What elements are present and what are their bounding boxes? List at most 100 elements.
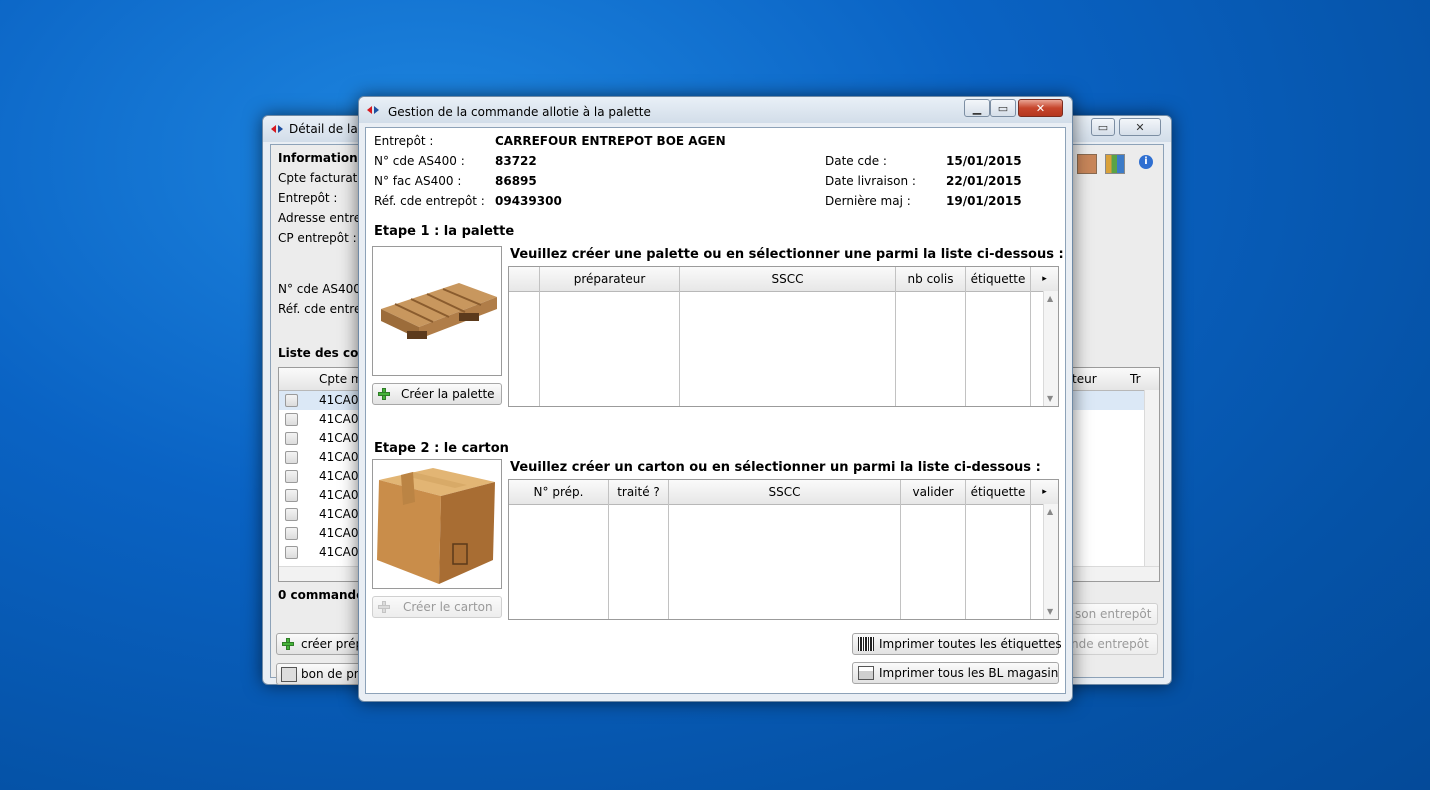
carton-col-line — [901, 504, 966, 619]
row-checkbox[interactable] — [285, 546, 298, 559]
printer-icon — [858, 666, 874, 680]
pallet-image — [372, 246, 502, 376]
maximize-button[interactable]: ▭ — [990, 99, 1016, 117]
row-cpte-value: 41CA0 — [319, 412, 359, 426]
step1-instruction: Veuillez créer une palette ou en sélecti… — [510, 247, 1064, 262]
carton-col-nprep[interactable]: N° prép. — [509, 480, 609, 504]
print-labels-button[interactable]: Imprimer toutes les étiquettes — [852, 633, 1062, 655]
orders-vscroll[interactable] — [1144, 390, 1159, 567]
palette-col-etiquette[interactable]: étiquette — [966, 267, 1031, 291]
date-livraison-label: Date livraison : — [825, 174, 916, 188]
front-window-title: Gestion de la commande allotie à la pale… — [388, 105, 651, 119]
palette-table: préparateur SSCC nb colis étiquette ▸ ▲ … — [508, 266, 1059, 407]
carton-col-valider[interactable]: valider — [901, 480, 966, 504]
close-button[interactable]: ✕ — [1018, 99, 1063, 117]
ncde-label: N° cde AS400 : — [374, 154, 465, 168]
entrepot-label: Entrepôt : — [278, 191, 338, 205]
front-window-content: Entrepôt : CARREFOUR ENTREPOT BOE AGEN N… — [365, 127, 1066, 694]
carton-image — [372, 459, 502, 589]
scroll-down-icon[interactable]: ▼ — [1047, 607, 1053, 616]
carton-col-more[interactable]: ▸ — [1031, 480, 1058, 504]
scroll-down-icon[interactable]: ▼ — [1047, 394, 1053, 403]
carton-table-scrollbar[interactable]: ▲ ▼ — [1043, 504, 1058, 619]
palette-col-more[interactable]: ▸ — [1031, 267, 1058, 291]
palette-col-line — [680, 291, 896, 406]
print-bl-button[interactable]: Imprimer tous les BL magasin — [852, 662, 1059, 684]
front-window: Gestion de la commande allotie à la pale… — [358, 96, 1073, 702]
ref-label: Réf. cde entrepôt : — [374, 194, 485, 208]
orders-col-right2[interactable]: Tr — [1130, 372, 1141, 386]
nfac-label: N° fac AS400 : — [374, 174, 462, 188]
row-cpte-value: 41CA0 — [319, 469, 359, 483]
palette-col-preparateur[interactable]: préparateur — [540, 267, 680, 291]
carrefour-logo-icon — [367, 106, 379, 114]
carton-col-line — [609, 504, 669, 619]
saison-entrepot-button[interactable]: son entrepôt — [1066, 603, 1158, 625]
row-checkbox[interactable] — [285, 451, 298, 464]
derniere-maj-value: 19/01/2015 — [946, 194, 1022, 208]
restore-button[interactable]: ▭ — [1091, 118, 1115, 136]
carrefour-logo-icon — [271, 125, 283, 133]
row-cpte-value: 41CA0 — [319, 450, 359, 464]
row-checkbox[interactable] — [285, 508, 298, 521]
step2-instruction: Veuillez créer un carton ou en sélection… — [510, 460, 1041, 475]
carton-col-line — [966, 504, 1031, 619]
ncde-value: 83722 — [495, 154, 537, 168]
palette-col-line — [896, 291, 966, 406]
carton-col-line — [669, 504, 901, 619]
carton-col-etiquette[interactable]: étiquette — [966, 480, 1031, 504]
plus-icon — [378, 601, 390, 613]
front-window-titlebar: Gestion de la commande allotie à la pale… — [359, 97, 1072, 123]
minimize-button[interactable]: ▁ — [964, 99, 990, 117]
commande-entrepot-button[interactable]: nde entrepôt — [1066, 633, 1158, 655]
row-checkbox[interactable] — [285, 489, 298, 502]
scroll-up-icon[interactable]: ▲ — [1047, 507, 1053, 516]
row-cpte-value: 41CA0 — [319, 526, 359, 540]
plus-icon — [378, 388, 390, 400]
scroll-up-icon[interactable]: ▲ — [1047, 294, 1053, 303]
row-checkbox[interactable] — [285, 432, 298, 445]
orders-col-right1[interactable]: teur — [1072, 372, 1097, 386]
palette-table-scrollbar[interactable]: ▲ ▼ — [1043, 291, 1058, 406]
carton-col-traite[interactable]: traité ? — [609, 480, 669, 504]
carton-table: N° prép. traité ? SSCC valider étiquette… — [508, 479, 1059, 620]
palette-col-nbcolis[interactable]: nb colis — [896, 267, 966, 291]
orders-col-cpte[interactable]: Cpte m — [319, 372, 363, 386]
palette-col-line — [540, 291, 680, 406]
step2-title: Etape 2 : le carton — [374, 441, 509, 456]
nfac-value: 86895 — [495, 174, 537, 188]
info-icon[interactable]: i — [1139, 155, 1153, 169]
printer-icon — [281, 667, 297, 682]
palette-table-header: préparateur SSCC nb colis étiquette ▸ — [509, 267, 1058, 292]
row-checkbox[interactable] — [285, 470, 298, 483]
row-cpte-value: 41CA0 — [319, 507, 359, 521]
derniere-maj-label: Dernière maj : — [825, 194, 911, 208]
step1-title: Etape 1 : la palette — [374, 224, 515, 239]
carton-col-sscc[interactable]: SSCC — [669, 480, 901, 504]
informations-heading: Informations — [278, 151, 365, 165]
entrepot-value: CARREFOUR ENTREPOT BOE AGEN — [495, 134, 726, 148]
row-checkbox[interactable] — [285, 527, 298, 540]
creer-carton-button[interactable]: Créer le carton — [372, 596, 502, 618]
palette-col-line — [966, 291, 1031, 406]
chart-icon[interactable] — [1105, 154, 1125, 174]
toolbar-icon-1[interactable] — [1077, 154, 1097, 174]
row-cpte-value: 41CA0 — [319, 393, 359, 407]
palette-col-sscc[interactable]: SSCC — [680, 267, 896, 291]
creer-palette-button[interactable]: Créer la palette — [372, 383, 502, 405]
back-window-title: Détail de la c — [289, 122, 369, 136]
pallet-icon — [381, 283, 497, 339]
barcode-icon — [858, 637, 874, 651]
plus-icon — [282, 638, 294, 650]
row-checkbox[interactable] — [285, 394, 298, 407]
close-button[interactable]: ✕ — [1119, 118, 1161, 136]
refcde-label: Réf. cde entre — [278, 302, 362, 316]
date-livraison-value: 22/01/2015 — [946, 174, 1022, 188]
palette-col-select[interactable] — [509, 267, 540, 291]
ref-value: 09439300 — [495, 194, 562, 208]
carton-col-line — [509, 504, 609, 619]
date-cde-label: Date cde : — [825, 154, 887, 168]
adresse-label: Adresse entre — [278, 211, 362, 225]
entrepot-label: Entrepôt : — [374, 134, 434, 148]
row-checkbox[interactable] — [285, 413, 298, 426]
